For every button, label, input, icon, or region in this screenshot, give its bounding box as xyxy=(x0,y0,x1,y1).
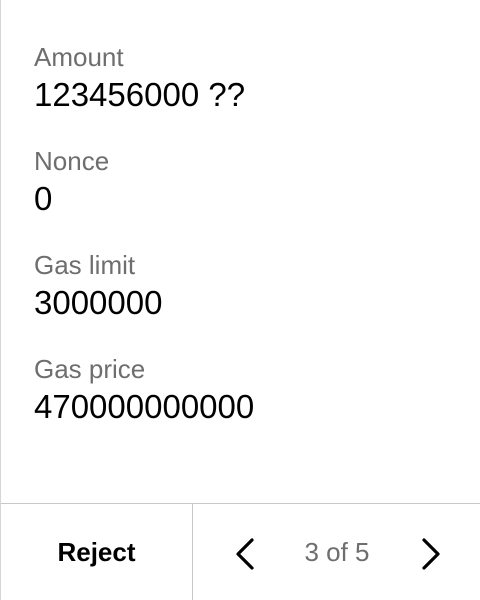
next-page-button[interactable] xyxy=(411,534,451,574)
gas-price-label: Gas price xyxy=(34,354,146,384)
action-footer: Reject 3 of 5 xyxy=(1,503,480,600)
nonce-field: Nonce 0 xyxy=(34,144,460,248)
page-indicator: 3 of 5 xyxy=(304,536,370,567)
amount-value: 123456000 ?? xyxy=(34,76,246,113)
chevron-right-icon xyxy=(422,538,440,570)
transaction-details: Amount 123456000 ?? Nonce 0 Gas limit 30… xyxy=(34,40,460,456)
transaction-review-screen: Amount 123456000 ?? Nonce 0 Gas limit 30… xyxy=(0,0,480,600)
prev-page-button[interactable] xyxy=(225,534,265,574)
amount-field: Amount 123456000 ?? xyxy=(34,40,460,144)
gas-limit-value: 3000000 xyxy=(34,284,163,321)
gas-price-value: 470000000000 xyxy=(34,388,255,425)
gas-limit-field: Gas limit 3000000 xyxy=(34,248,460,352)
pager: 3 of 5 xyxy=(193,504,480,600)
gas-limit-label: Gas limit xyxy=(34,250,136,280)
amount-label: Amount xyxy=(34,42,124,72)
gas-price-field: Gas price 470000000000 xyxy=(34,352,460,456)
nonce-label: Nonce xyxy=(34,146,110,176)
nonce-value: 0 xyxy=(34,180,53,217)
chevron-left-icon xyxy=(236,538,254,570)
reject-button[interactable]: Reject xyxy=(1,504,193,600)
